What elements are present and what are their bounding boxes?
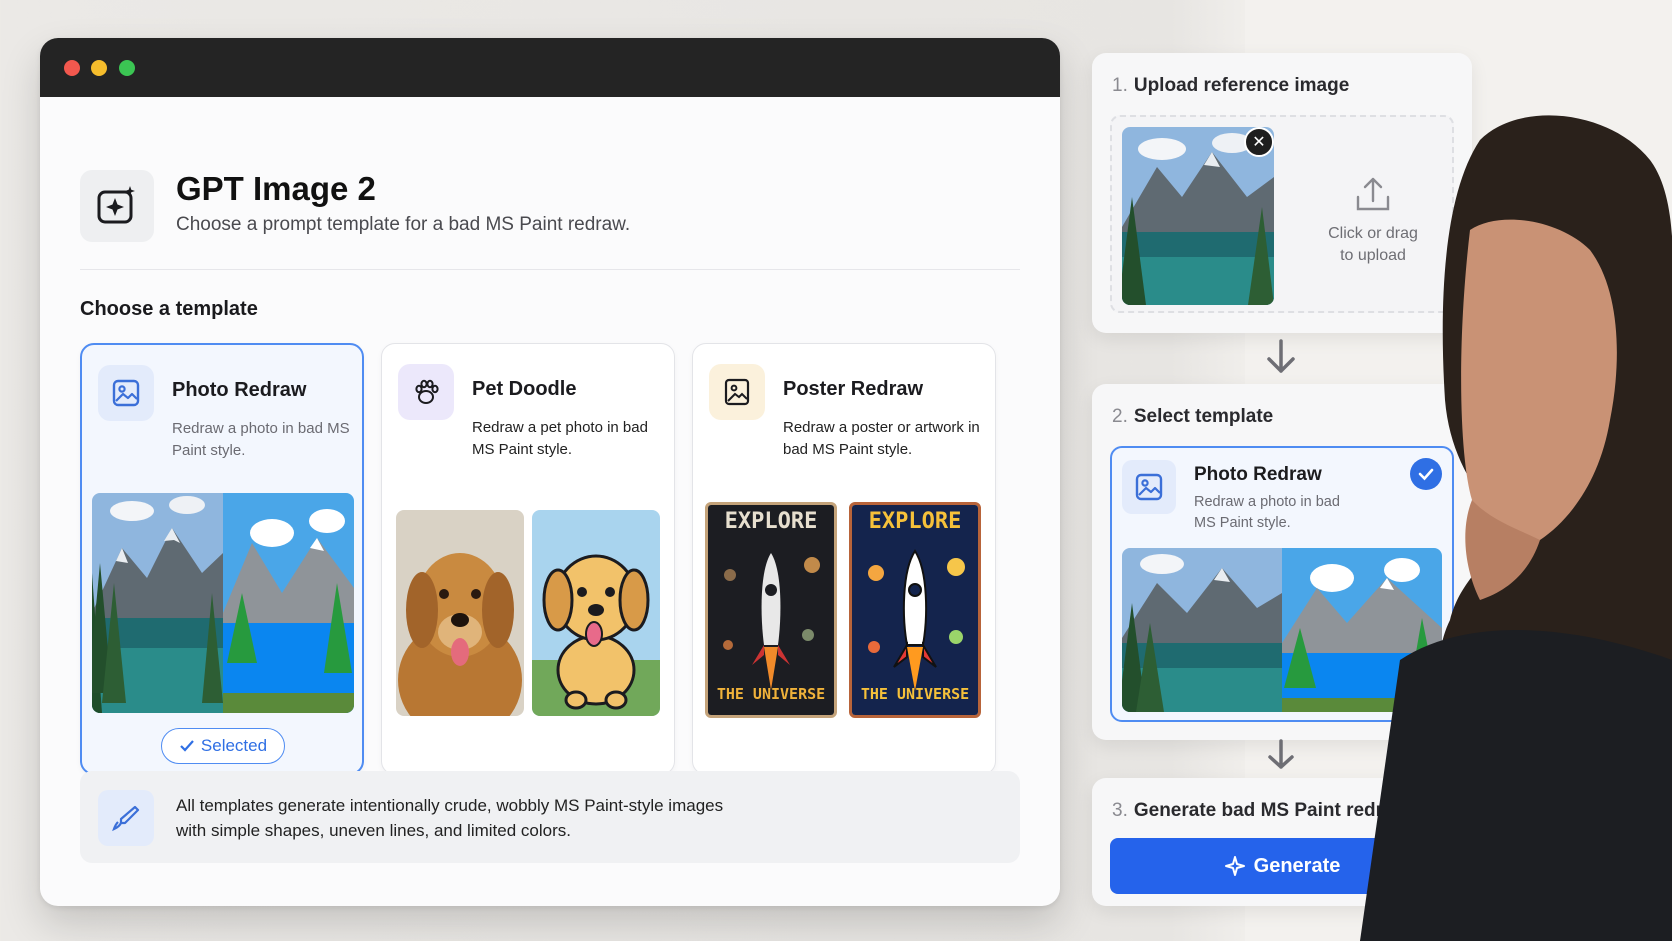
template-card-poster-redraw[interactable]: Poster Redraw Redraw a poster or artwork… <box>692 343 996 775</box>
image-icon <box>1122 460 1176 514</box>
app-window: GPT Image 2 Choose a prompt template for… <box>40 38 1060 906</box>
step-number: 3. <box>1112 800 1128 821</box>
step-1-title: 1. Upload reference image <box>1112 75 1349 97</box>
arrow-down-icon <box>1264 738 1298 781</box>
remove-image-button[interactable]: ✕ <box>1244 127 1274 157</box>
close-icon: ✕ <box>1252 134 1266 151</box>
page-subtitle: Choose a prompt template for a bad MS Pa… <box>176 214 631 235</box>
person-silhouette <box>1360 100 1672 941</box>
page-title: GPT Image 2 <box>176 170 376 207</box>
info-line-1: All templates generate intentionally cru… <box>176 796 724 815</box>
card-description: Redraw a pet photo in bad MS Paint style… <box>472 419 648 458</box>
poster-heading: EXPLORE <box>724 509 818 534</box>
info-banner: All templates generate intentionally cru… <box>80 771 1020 863</box>
selected-template-desc: Redraw a photo in bad MS Paint style. <box>1194 494 1340 531</box>
check-icon <box>180 740 194 752</box>
generate-label: Generate <box>1253 854 1341 877</box>
poster-original-image: EXPLORE THE UNIVERSE <box>705 502 837 718</box>
card-title: Photo Redraw <box>172 379 307 401</box>
dog-doodle-image <box>532 510 660 716</box>
sparkle-icon <box>1224 856 1245 876</box>
template-card-pet-doodle[interactable]: Pet Doodle Redraw a pet photo in bad MS … <box>381 343 675 775</box>
step-number: 1. <box>1112 75 1128 96</box>
step-number: 2. <box>1112 406 1128 427</box>
app-header: GPT Image 2 Choose a prompt template for… <box>80 130 1020 270</box>
poster-footer: THE UNIVERSE <box>716 685 826 703</box>
image-icon <box>709 364 765 420</box>
step-label: Upload reference image <box>1133 75 1350 96</box>
selected-label: Selected <box>200 736 268 755</box>
selected-template-title: Photo Redraw <box>1194 464 1322 485</box>
info-text: All templates generate intentionally cru… <box>176 793 723 843</box>
paw-icon <box>398 364 454 420</box>
dog-photo-image <box>396 510 524 716</box>
image-icon <box>98 365 154 421</box>
card-description: Redraw a photo in bad MS Paint style. <box>172 420 350 459</box>
step-label: Select template <box>1133 406 1274 427</box>
minimize-window-button[interactable] <box>91 60 107 76</box>
template-card-photo-redraw[interactable]: Photo Redraw Redraw a photo in bad MS Pa… <box>80 343 364 775</box>
poster-redraw-image: EXPLORE THE UNIVERSE <box>849 502 981 718</box>
maximize-window-button[interactable] <box>119 60 135 76</box>
selected-badge: Selected <box>161 728 285 764</box>
window-titlebar <box>40 38 1060 97</box>
card-title: Pet Doodle <box>472 378 577 400</box>
close-window-button[interactable] <box>64 60 80 76</box>
brush-icon <box>98 790 154 846</box>
info-line-2: with simple shapes, uneven lines, and li… <box>176 821 571 840</box>
poster-footer: THE UNIVERSE <box>860 685 970 703</box>
sparkle-image-icon <box>80 170 154 242</box>
arrow-down-icon <box>1264 338 1298 385</box>
photo-redraw-preview-image <box>92 493 354 713</box>
choose-template-heading: Choose a template <box>80 298 258 320</box>
poster-heading: EXPLORE <box>868 509 962 534</box>
card-title: Poster Redraw <box>783 378 924 400</box>
card-description: Redraw a poster or artwork in bad MS Pai… <box>783 419 980 458</box>
step-2-title: 2. Select template <box>1112 406 1273 428</box>
